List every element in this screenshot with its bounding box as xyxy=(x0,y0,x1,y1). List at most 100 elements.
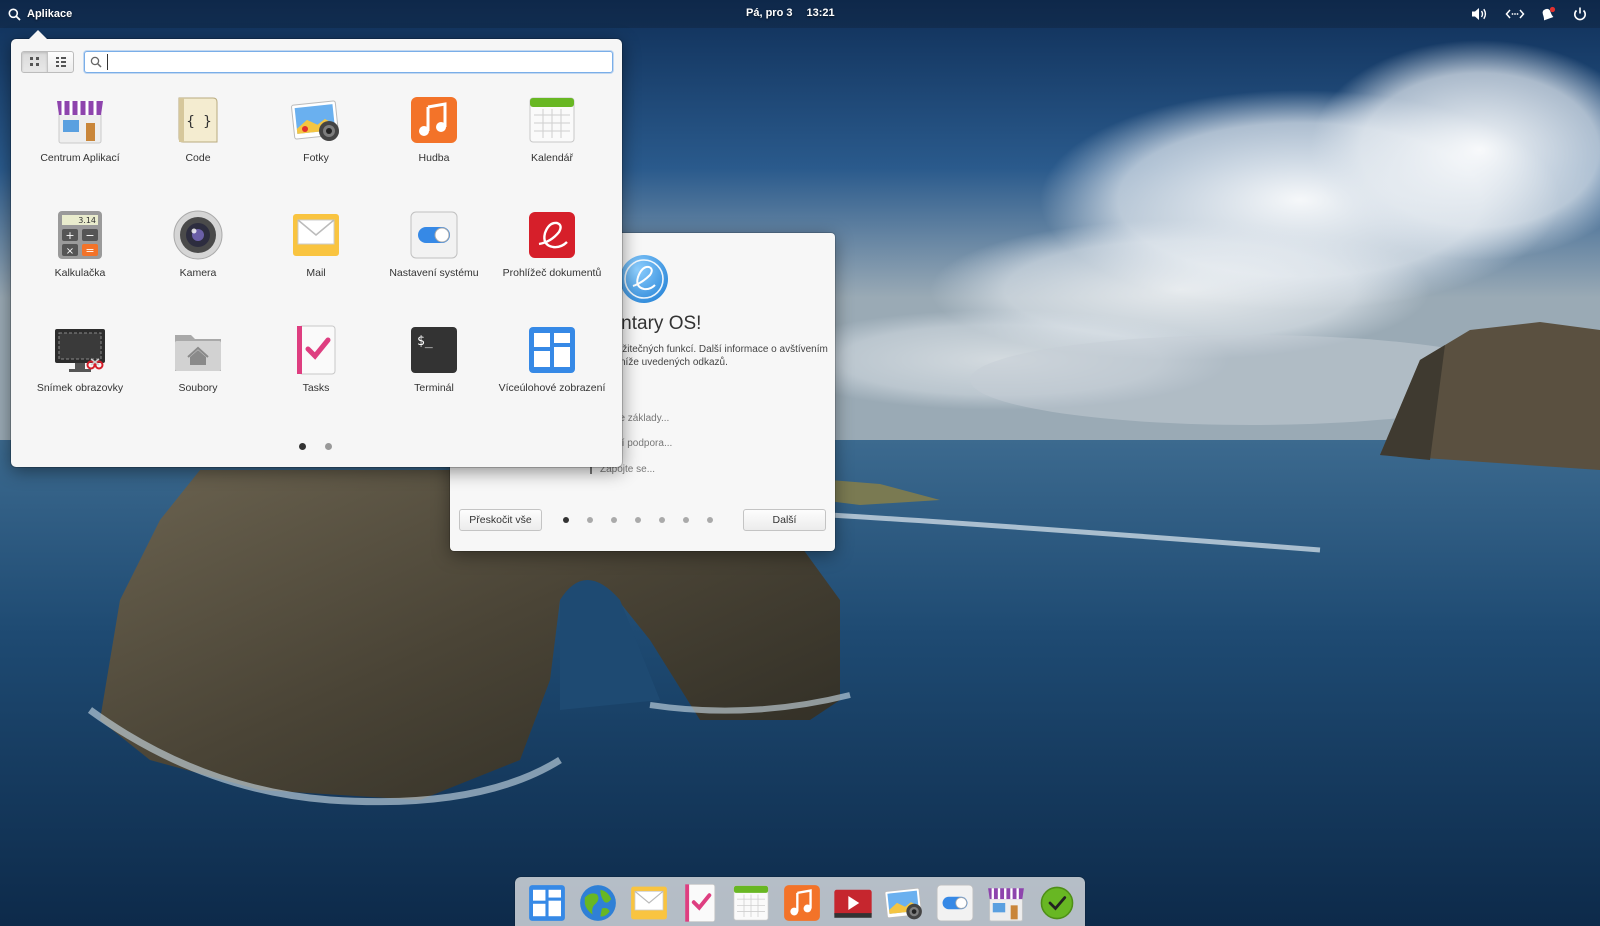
appcenter-icon[interactable] xyxy=(985,882,1027,924)
welcome-page-indicator xyxy=(563,517,713,523)
screenshot-icon xyxy=(55,329,105,372)
tasks-icon[interactable] xyxy=(679,882,721,924)
datetime-indicator[interactable]: Pá, pro 3 13:21 xyxy=(746,7,856,19)
app-tile-mail[interactable]: Mail xyxy=(257,206,375,321)
app-tile-camera[interactable]: Kamera xyxy=(139,206,257,321)
code-icon: { } xyxy=(178,97,218,143)
category-view-icon xyxy=(55,57,66,67)
welcome-page-dot[interactable] xyxy=(587,517,593,523)
photos-icon[interactable] xyxy=(883,882,925,924)
next-button[interactable]: Další xyxy=(743,509,826,531)
session-indicator[interactable] xyxy=(1572,6,1592,22)
welcome-page-dot[interactable] xyxy=(707,517,713,523)
videos-icon[interactable] xyxy=(832,882,874,924)
app-grid: Centrum Aplikací { } Code Fotky Hudba Ka… xyxy=(21,91,612,441)
category-view-button[interactable] xyxy=(47,52,73,72)
applications-launcher: Centrum Aplikací { } Code Fotky Hudba Ka… xyxy=(11,30,622,467)
network-icon xyxy=(1505,9,1525,19)
photos-icon xyxy=(291,100,339,141)
app-tile-calendar[interactable]: Kalendář xyxy=(493,91,611,206)
document-viewer-icon xyxy=(529,212,575,258)
app-label: Mail xyxy=(306,267,326,279)
applications-menu-label: Aplikace xyxy=(27,8,73,20)
app-label: Snímek obrazovky xyxy=(36,382,124,394)
settings-icon xyxy=(410,211,458,259)
power-icon xyxy=(1574,7,1586,21)
app-tile-tasks[interactable]: Tasks xyxy=(257,321,375,436)
welcome-page-dot[interactable] xyxy=(563,517,569,523)
app-tile-files[interactable]: Soubory xyxy=(139,321,257,436)
svg-text:+: + xyxy=(65,229,74,242)
search-icon xyxy=(8,8,21,21)
music-icon[interactable] xyxy=(781,882,823,924)
welcome-description: ιžitečných funkcí. Další informace o avš… xyxy=(620,344,828,368)
app-label: Víceúlohové zobrazení xyxy=(498,382,606,394)
app-tile-screenshot[interactable]: Snímek obrazovky xyxy=(21,321,139,436)
time-label: 13:21 xyxy=(806,7,835,19)
notifications-icon xyxy=(1542,6,1556,21)
search-input[interactable] xyxy=(107,54,607,70)
launcher-page-dot[interactable] xyxy=(325,443,332,450)
app-tile-code[interactable]: { } Code xyxy=(139,91,257,206)
app-label: Prohlížeč dokumentů xyxy=(502,267,602,279)
skip-all-label: Přeskočit vše xyxy=(469,514,532,526)
app-tile-appcenter[interactable]: Centrum Aplikací xyxy=(21,91,139,206)
volume-icon xyxy=(1472,8,1487,20)
welcome-page-dot[interactable] xyxy=(611,517,617,523)
app-tile-settings[interactable]: Nastavení systému xyxy=(375,206,493,321)
search-field[interactable] xyxy=(84,51,613,73)
mail-icon[interactable] xyxy=(628,882,670,924)
app-tile-terminal[interactable]: $_ Terminál xyxy=(375,321,493,436)
grid-view-button[interactable] xyxy=(22,52,48,72)
app-label: Terminál xyxy=(414,382,454,394)
search-icon xyxy=(90,56,102,68)
welcome-page-dot[interactable] xyxy=(635,517,641,523)
app-label: Kalendář xyxy=(530,152,574,164)
web-browser-icon[interactable] xyxy=(577,882,619,924)
updates-icon[interactable] xyxy=(1036,882,1078,924)
app-label: Kalkulačka xyxy=(54,267,106,279)
app-label: Nastavení systému xyxy=(389,267,479,279)
launcher-page-dot[interactable] xyxy=(299,443,306,450)
popover-arrow xyxy=(29,30,47,39)
notifications-indicator[interactable] xyxy=(1538,6,1558,22)
multitasking-view-icon[interactable] xyxy=(526,882,568,924)
welcome-page-dot[interactable] xyxy=(659,517,665,523)
app-label: Fotky xyxy=(303,152,329,164)
appcenter-icon xyxy=(57,101,103,144)
app-label: Hudba xyxy=(418,152,450,164)
camera-icon xyxy=(173,210,223,260)
app-label: Code xyxy=(185,152,211,164)
volume-indicator[interactable] xyxy=(1470,6,1490,22)
app-tile-calculator[interactable]: 3.14 + − × = Kalkulačka xyxy=(21,206,139,321)
launcher-page-indicator xyxy=(299,443,332,450)
next-label: Další xyxy=(772,514,797,526)
svg-text:$_: $_ xyxy=(417,334,433,349)
top-panel: Aplikace Pá, pro 3 13:21 xyxy=(0,0,1600,28)
calculator-icon: 3.14 + − × = xyxy=(58,211,102,259)
calendar-icon xyxy=(529,97,575,143)
skip-all-button[interactable]: Přeskočit vše xyxy=(459,509,542,531)
date-label: Pá, pro 3 xyxy=(746,7,793,19)
applications-menu-button[interactable]: Aplikace xyxy=(8,6,72,22)
svg-text:{ }: { } xyxy=(186,114,211,130)
app-tile-photos[interactable]: Fotky xyxy=(257,91,375,206)
network-indicator[interactable] xyxy=(1505,6,1525,22)
welcome-page-dot[interactable] xyxy=(683,517,689,523)
app-tile-multitasking-view[interactable]: Víceúlohové zobrazení xyxy=(493,321,611,436)
settings-icon[interactable] xyxy=(934,882,976,924)
app-label: Soubory xyxy=(178,382,218,394)
elementary-logo-icon xyxy=(620,255,668,303)
tasks-icon xyxy=(297,325,336,375)
grid-view-icon xyxy=(29,57,39,66)
files-icon xyxy=(175,335,221,371)
svg-text:3.14: 3.14 xyxy=(78,216,96,225)
app-label: Kamera xyxy=(179,267,217,279)
app-tile-music[interactable]: Hudba xyxy=(375,91,493,206)
app-tile-document-viewer[interactable]: Prohlížeč dokumentů xyxy=(493,206,611,321)
terminal-icon: $_ xyxy=(411,327,457,373)
dock xyxy=(515,877,1085,926)
svg-text:−: − xyxy=(85,229,94,242)
view-mode-switcher xyxy=(21,51,74,73)
calendar-icon[interactable] xyxy=(730,882,772,924)
